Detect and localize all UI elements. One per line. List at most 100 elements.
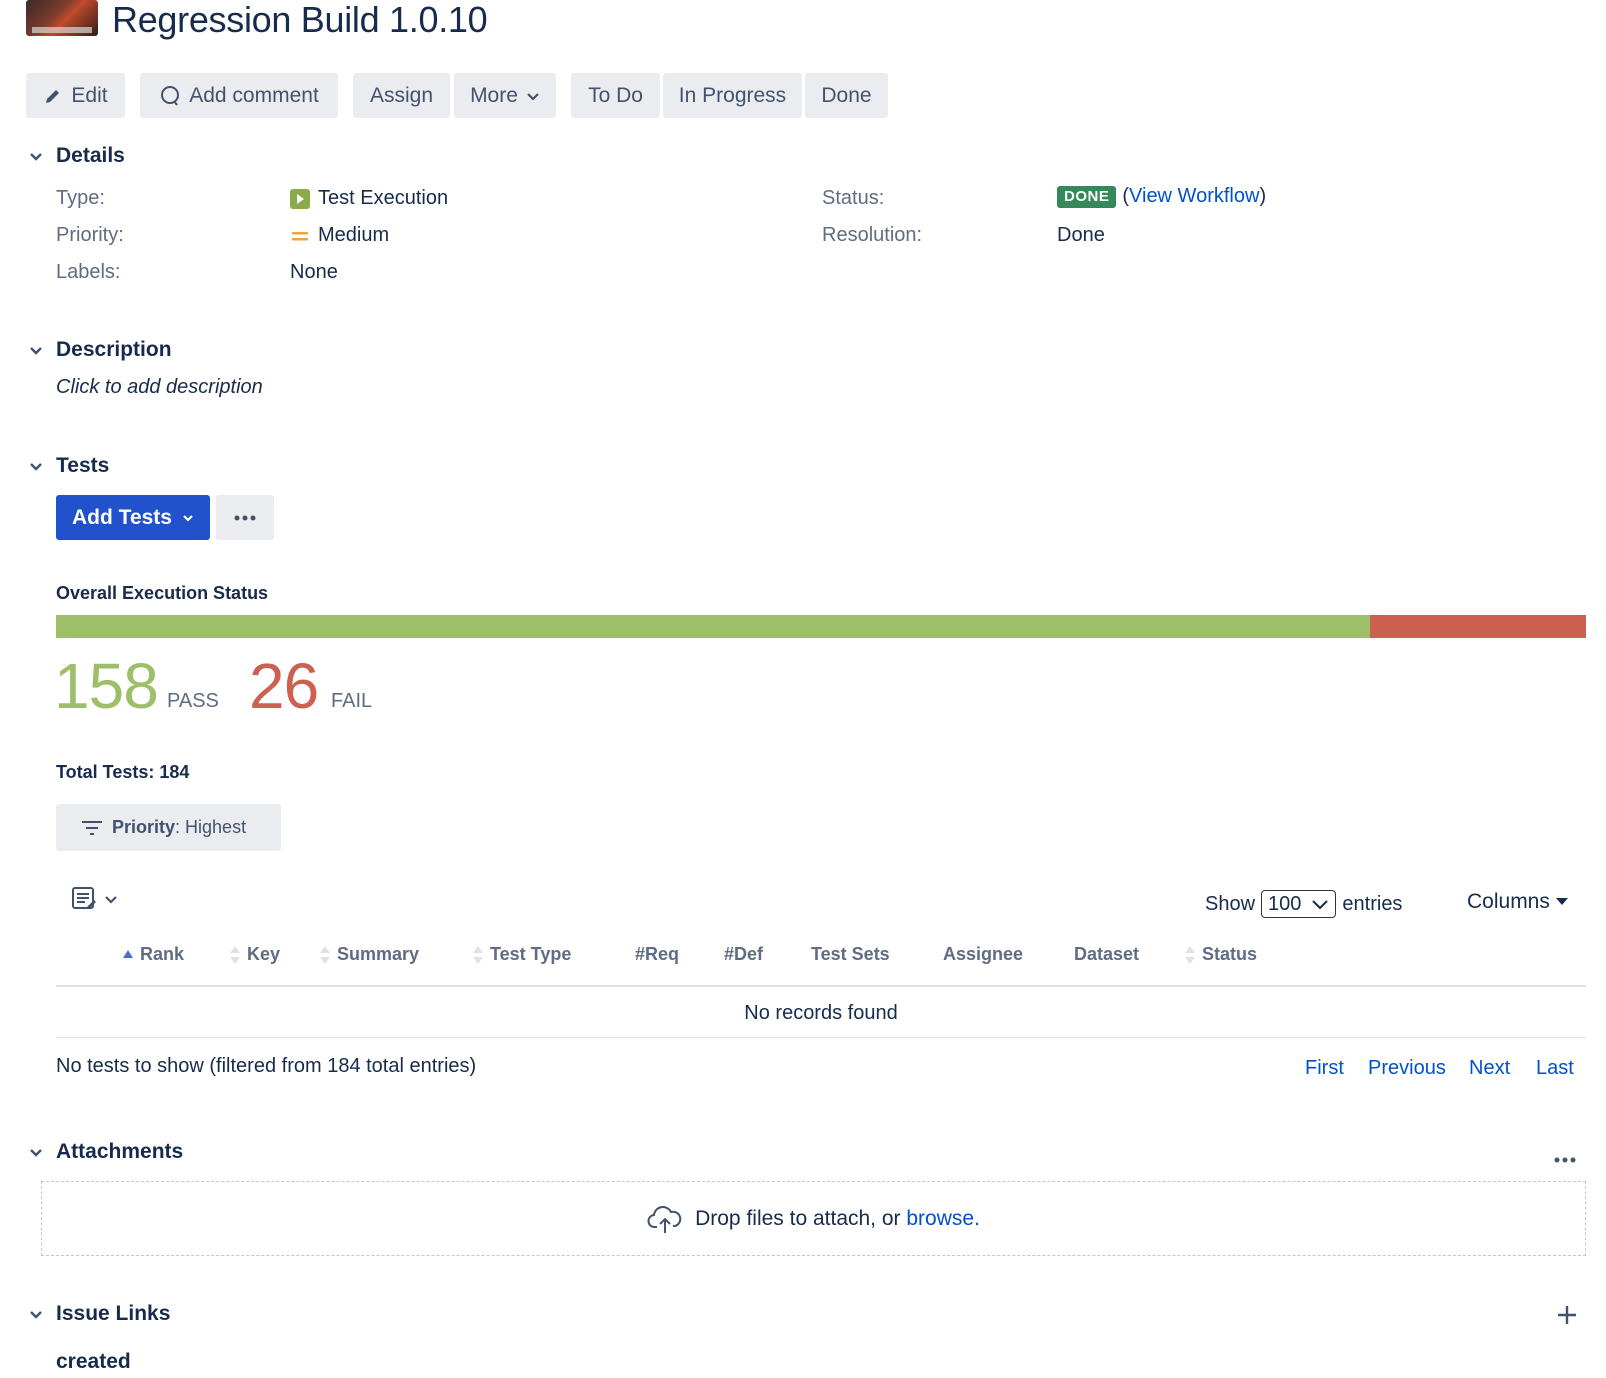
col-req: #Req (635, 944, 680, 964)
entries-select[interactable]: 100 (1261, 890, 1337, 918)
edit-label: Edit (71, 83, 108, 107)
type-value: Test Execution (290, 187, 448, 210)
show-entries: Show 100 entries (1205, 890, 1402, 918)
in-progress-label: In Progress (678, 83, 787, 107)
attachments-toggle[interactable] (26, 1142, 46, 1162)
transition-in-progress-button[interactable]: In Progress (663, 73, 802, 118)
tests-more-button[interactable] (216, 495, 274, 540)
column-view-toggle[interactable] (72, 887, 118, 911)
attachment-drop-zone[interactable]: Drop files to attach, or browse. (41, 1181, 1586, 1256)
sort-icon (473, 945, 483, 964)
plus-icon (1558, 1306, 1576, 1324)
chevron-down-icon (183, 514, 193, 522)
transition-done-button[interactable]: Done (805, 73, 888, 118)
col-status[interactable]: Status (1184, 944, 1257, 965)
fail-segment (1369, 615, 1586, 638)
fail-count: 26 (249, 650, 319, 722)
chevron-down-icon (527, 92, 539, 101)
sort-icon (320, 945, 330, 964)
pass-label: PASS (167, 690, 219, 712)
col-summary[interactable]: Summary (319, 944, 419, 965)
add-tests-label: Add Tests (72, 505, 172, 529)
add-comment-button[interactable]: Add comment (140, 73, 338, 118)
columns-label: Columns (1467, 890, 1550, 913)
chevron-down-icon (30, 1311, 42, 1319)
pager-last[interactable]: Last (1536, 1057, 1574, 1080)
col-test-type[interactable]: Test Type (472, 944, 571, 965)
filter-icon (82, 820, 102, 835)
more-button[interactable]: More (454, 73, 556, 118)
resolution-label: Resolution: (822, 224, 923, 246)
status-value: DONE (View Workflow) (1057, 185, 1266, 208)
description-placeholder[interactable]: Click to add description (56, 376, 263, 399)
tests-title: Tests (56, 454, 110, 477)
labels-value: None (290, 261, 338, 283)
tests-toggle[interactable] (26, 456, 46, 476)
col-rank-label: Rank (140, 944, 185, 964)
priority-medium-icon (292, 231, 308, 240)
done-label: Done (821, 83, 872, 107)
col-test-sets: Test Sets (811, 944, 890, 964)
project-avatar[interactable] (26, 0, 98, 36)
filter-value: : Highest (175, 817, 247, 837)
pass-segment (56, 615, 1370, 638)
browse-link[interactable]: browse. (906, 1207, 980, 1230)
view-workflow-link[interactable]: View Workflow (1129, 185, 1259, 207)
page-title: Regression Build 1.0.10 (112, 0, 488, 40)
pager-next[interactable]: Next (1469, 1057, 1510, 1080)
col-key[interactable]: Key (229, 944, 280, 965)
chevron-down-icon (30, 153, 42, 161)
cloud-upload-icon (647, 1205, 682, 1233)
overall-status-label: Overall Execution Status (56, 583, 269, 603)
transition-todo-button[interactable]: To Do (571, 73, 660, 118)
pass-count: 158 (54, 650, 159, 722)
type-label: Type: (56, 187, 105, 209)
caret-down-icon (1555, 898, 1568, 905)
workflow-paren: (View Workflow) (1122, 185, 1267, 207)
test-execution-icon (290, 188, 310, 209)
add-link-button[interactable] (1556, 1304, 1578, 1331)
col-rank[interactable]: Rank (122, 944, 184, 965)
col-def: #Def (724, 944, 764, 964)
pencil-icon (46, 89, 60, 103)
add-tests-button[interactable]: Add Tests (56, 495, 210, 540)
drop-label: Drop files to attach, or (695, 1206, 901, 1230)
more-icon (234, 515, 256, 520)
chevron-down-icon (30, 347, 42, 355)
columns-dropdown[interactable]: Columns (1467, 890, 1568, 914)
col-status-label: Status (1202, 944, 1258, 964)
chevron-down-icon (105, 896, 117, 904)
empty-row: No records found (744, 1002, 898, 1024)
pager-first[interactable]: First (1305, 1057, 1344, 1080)
attachments-title: Attachments (56, 1140, 184, 1163)
priority-label: Priority: (56, 224, 124, 246)
total-tests: Total Tests: 184 (56, 762, 190, 782)
sort-icon (1185, 945, 1195, 964)
link-type-created: created (56, 1350, 131, 1373)
attachments-more-button[interactable] (1554, 1150, 1576, 1168)
filter-text: Priority: Highest (112, 817, 246, 838)
sort-asc-icon (123, 949, 133, 958)
edit-button[interactable]: Edit (26, 73, 125, 118)
resolution-value: Done (1057, 224, 1105, 246)
pager-previous[interactable]: Previous (1368, 1057, 1446, 1080)
table-header-divider (56, 985, 1586, 987)
more-icon (1554, 1157, 1576, 1163)
drop-text: Drop files to attach, or browse. (695, 1207, 980, 1231)
description-toggle[interactable] (26, 340, 46, 360)
table-edit-icon (72, 887, 96, 909)
col-key-label: Key (247, 944, 281, 964)
issue-links-toggle[interactable] (26, 1304, 46, 1324)
table-footer-divider (56, 1037, 1586, 1038)
assign-button[interactable]: Assign (353, 73, 450, 118)
filter-key: Priority (112, 817, 176, 837)
priority-value: Medium (290, 224, 389, 247)
more-label: More (470, 83, 518, 107)
entries-label: entries (1342, 892, 1403, 915)
entries-value: 100 (1268, 892, 1302, 915)
col-summary-label: Summary (337, 944, 420, 964)
details-title: Details (56, 144, 125, 167)
issue-links-title: Issue Links (56, 1302, 171, 1325)
details-toggle[interactable] (26, 146, 46, 166)
priority-filter-chip[interactable]: Priority: Highest (56, 804, 281, 851)
